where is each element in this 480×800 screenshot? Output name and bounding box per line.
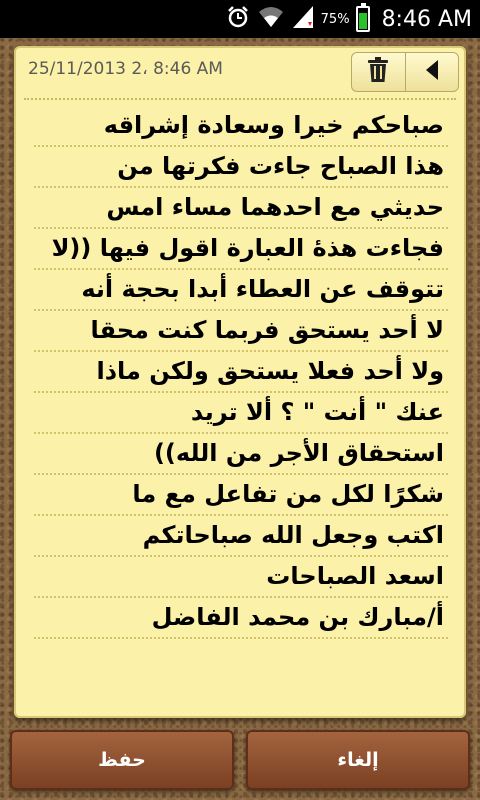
cancel-button[interactable]: إلغاء — [246, 730, 470, 790]
note-line: فجاءت هذهٔ العبارة اقول فيها ((لا — [34, 229, 448, 270]
note-line: حديثي مع احدهما مساء امس — [34, 188, 448, 229]
note-line: استحقاق الأجر من الله)) — [34, 434, 448, 475]
note-line: هذا الصباح جاءت فكرتها من — [34, 147, 448, 188]
note-header: 25/11/2013 2، 8:46 AM — [14, 46, 466, 100]
status-icons: 75% 8:46 AM — [225, 0, 472, 38]
alarm-icon — [225, 4, 251, 34]
battery-fill — [358, 12, 367, 29]
header-divider — [24, 98, 456, 100]
note-line: اسعد الصباحات — [34, 557, 448, 598]
save-button[interactable]: حفظ — [10, 730, 234, 790]
signal-icon — [291, 4, 315, 34]
status-time: 8:46 AM — [381, 6, 472, 32]
delete-button[interactable] — [352, 53, 405, 91]
note-line: ولا أحد فعلا يستحق ولكن ماذا — [34, 352, 448, 393]
note-date: 25/11/2013 2، 8:46 AM — [28, 59, 223, 79]
note-line: أ/مبارك بن محمد الفاضل — [34, 598, 448, 639]
trash-icon — [367, 57, 389, 87]
status-bar: 75% 8:46 AM — [0, 0, 480, 38]
note-line: عنك " أنت " ؟ ألا تريد — [34, 393, 448, 434]
note-line: شكرًا لكل من تفاعل مع ما — [34, 475, 448, 516]
back-button[interactable] — [404, 53, 459, 91]
note-toolbar — [351, 52, 459, 92]
back-arrow-icon — [423, 59, 441, 85]
battery-icon — [355, 3, 370, 32]
note-line: صباحكم خيرا وسعادة إشراقه — [34, 106, 448, 147]
battery-percent: 75% — [320, 11, 350, 27]
note-line: لا أحد يستحق فربما كنت محقا — [34, 311, 448, 352]
note-line: اكتب وجعل الله صباحاتكم — [34, 516, 448, 557]
bottom-button-bar: حفظ إلغاء — [0, 722, 480, 800]
note-text-area[interactable]: صباحكم خيرا وسعادة إشراقه هذا الصباح جاءت… — [34, 106, 448, 639]
wifi-icon — [257, 4, 285, 34]
note-card: 25/11/2013 2، 8:46 AM صباحكم خيرا وسعادة… — [14, 46, 466, 718]
note-line: تتوقف عن العطاء أبدا بحجة أنه — [34, 270, 448, 311]
